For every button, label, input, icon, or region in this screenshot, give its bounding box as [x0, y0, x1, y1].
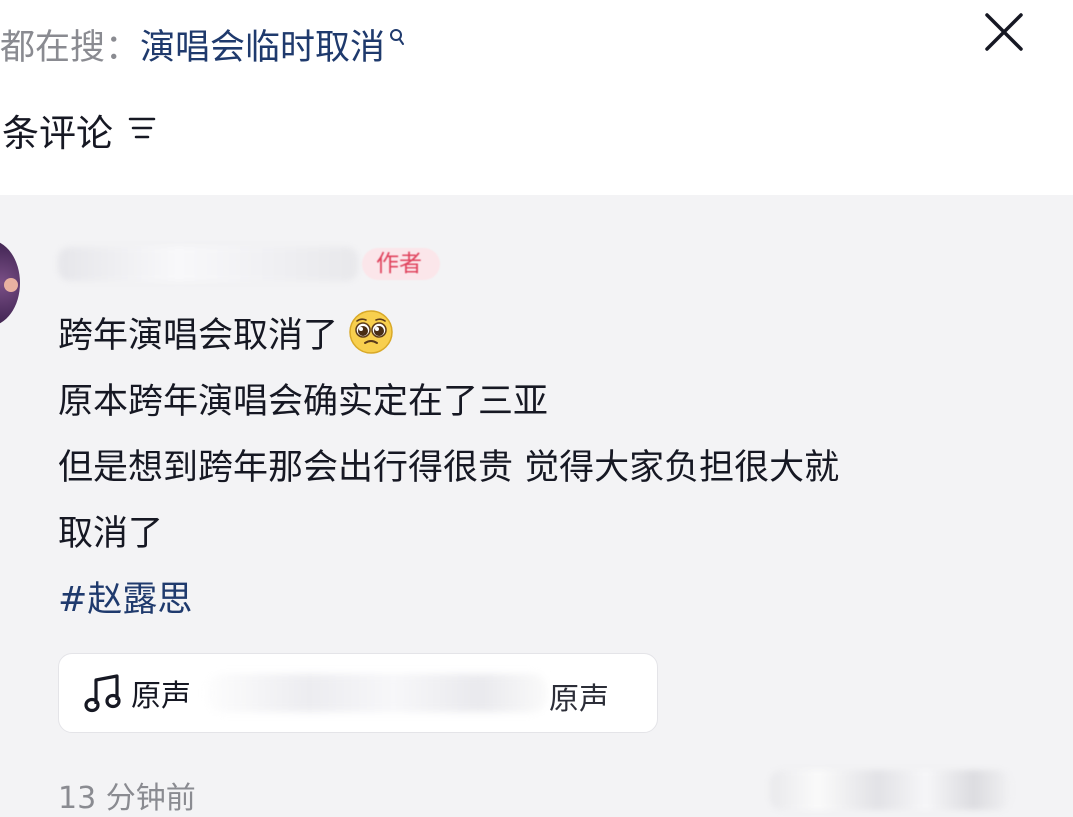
comment-item: 作者 跨年演唱会取消了 原本跨年演唱会确实定在了三亚 但是想到跨年那会出行得很贵…	[0, 195, 1073, 816]
comment-count: 条评论	[2, 102, 157, 158]
sort-icon[interactable]	[127, 109, 157, 152]
music-label: 原声	[131, 679, 191, 714]
comment-line-3: 但是想到跨年那会出行得很贵 觉得大家负担很大就	[58, 448, 840, 488]
music-title-blurred	[207, 674, 547, 712]
author-badge: 作者	[362, 248, 440, 280]
close-icon[interactable]	[982, 10, 1026, 54]
search-icon[interactable]	[389, 15, 405, 55]
hashtag-link[interactable]: #赵露思	[58, 567, 1018, 633]
username-blurred[interactable]	[58, 247, 358, 281]
music-note-icon	[83, 672, 123, 714]
comment-line-1: 跨年演唱会取消了	[58, 303, 1018, 369]
comment-line-2: 原本跨年演唱会确实定在了三亚	[58, 382, 549, 422]
avatar[interactable]	[0, 240, 20, 326]
comment-timestamp: 13 分钟前	[58, 781, 196, 816]
comment-actions-blurred[interactable]	[770, 770, 1010, 810]
music-label-end: 原声	[549, 682, 609, 717]
music-card[interactable]: 原声 原声	[58, 653, 658, 733]
top-panel: 都在搜： 演唱会临时取消 条评论	[0, 0, 1073, 195]
search-suggestion[interactable]: 都在搜： 演唱会临时取消	[0, 14, 405, 74]
comment-line-4: 取消了	[58, 514, 164, 554]
comment-text: 跨年演唱会取消了 原本跨年演唱会确实定在了三亚 但是想到跨年那会出行得很贵 觉得…	[58, 303, 1018, 633]
search-query-link[interactable]: 演唱会临时取消	[140, 19, 385, 70]
search-prefix: 都在搜：	[0, 27, 141, 68]
pleading-face-emoji-icon	[348, 309, 394, 355]
comment-count-label: 条评论	[2, 112, 113, 155]
